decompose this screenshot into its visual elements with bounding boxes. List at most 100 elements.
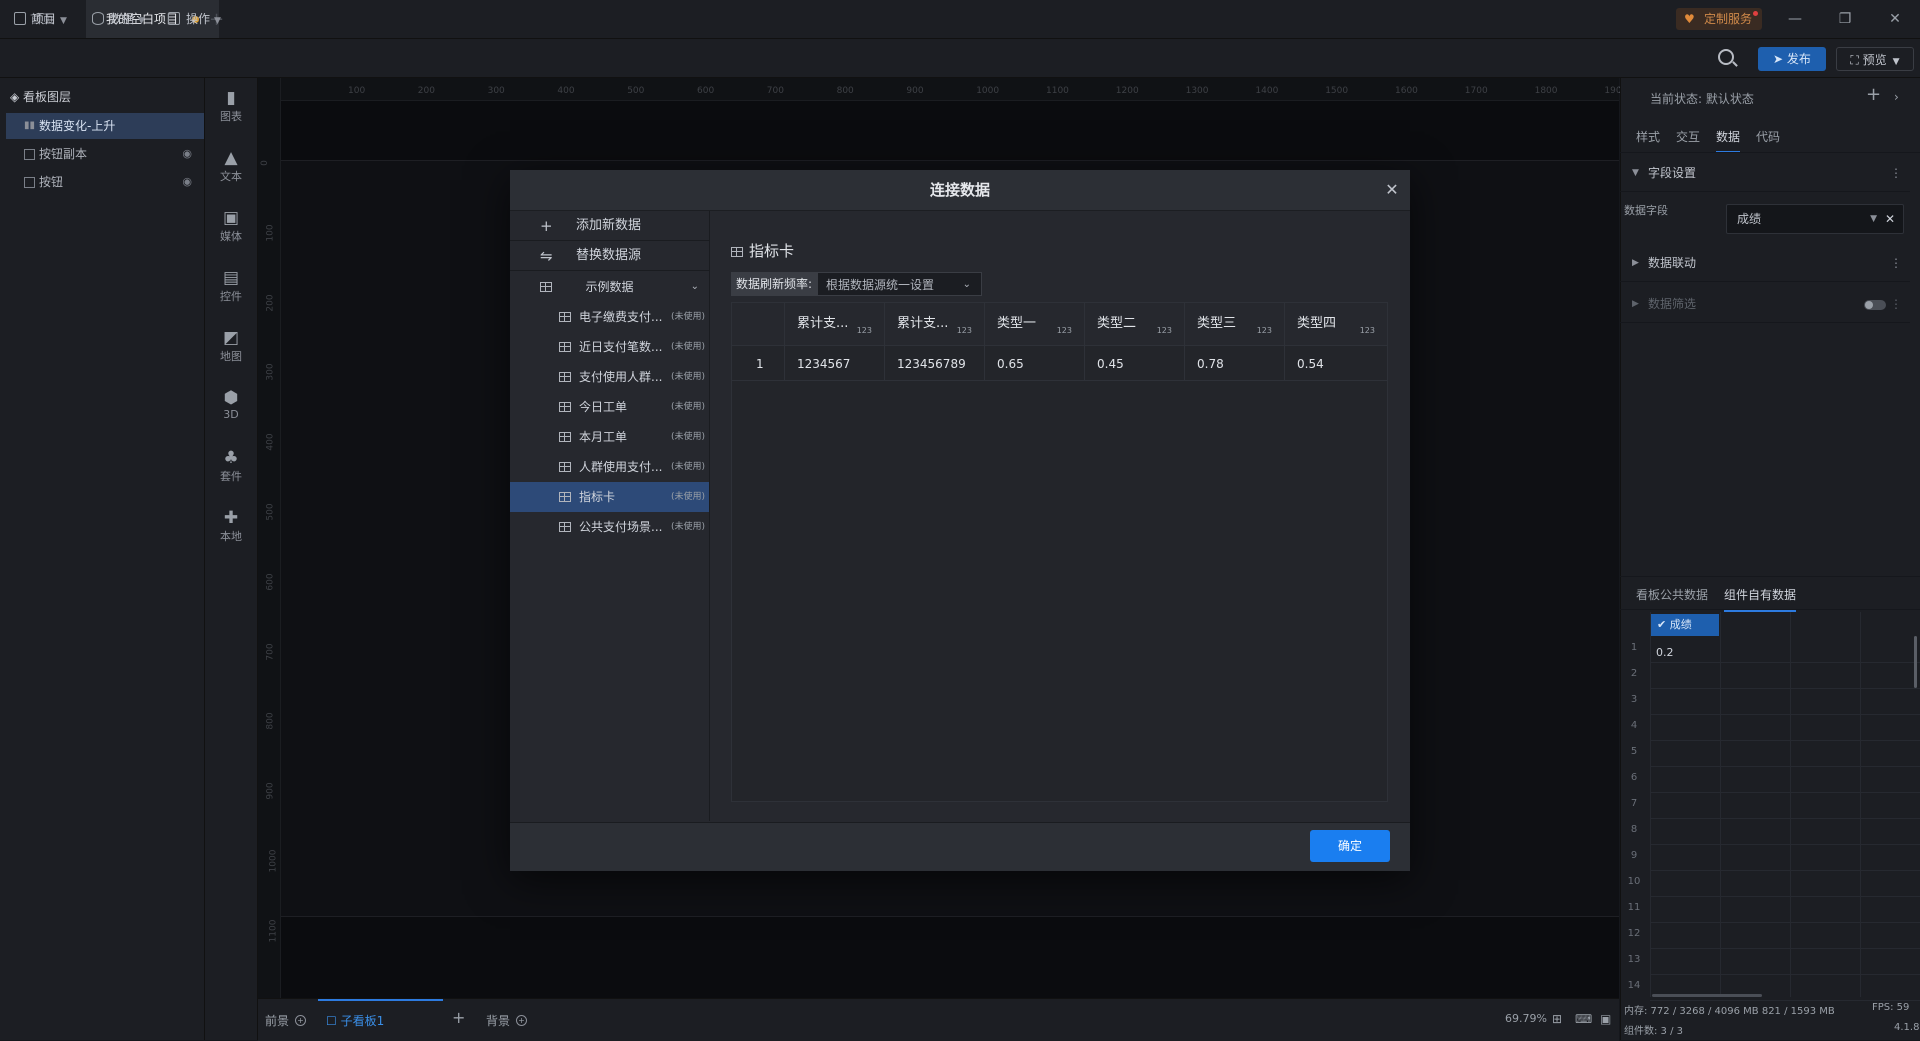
layer-item-button[interactable]: 按钮 ◉ <box>6 169 204 195</box>
fullscreen-icon: ⛶ <box>1850 53 1863 67</box>
add-new-data-button[interactable]: + 添加新数据 <box>510 211 709 241</box>
control-icon: ▤ <box>222 268 240 288</box>
data-item[interactable]: 本月工单 (未使用) <box>510 422 709 452</box>
menu-operation[interactable]: 操作 ▼ <box>168 9 221 29</box>
table-header[interactable]: 累计支... 123 <box>885 303 985 345</box>
heart-icon: ♥ <box>1684 12 1695 26</box>
active-board-indicator <box>318 999 443 1001</box>
section-field-settings[interactable]: ▼ 字段设置 ⋮ <box>1620 154 1910 192</box>
eye-hidden-icon[interactable]: ◉ <box>182 141 192 167</box>
menu-project[interactable]: 项目 ▼ <box>14 9 67 29</box>
table-header[interactable]: 类型四 123 <box>1285 303 1387 345</box>
tab-component-own-data[interactable]: 组件自有数据 <box>1724 586 1797 612</box>
preview-button[interactable]: ⛶ 预览 ▼ <box>1836 47 1914 71</box>
restore-icon[interactable]: ❐ <box>1830 8 1860 30</box>
tool-3d[interactable]: ⬢ 3D <box>205 388 257 421</box>
table-header[interactable]: 累计支... 123 <box>785 303 885 345</box>
grid-hscrollbar[interactable] <box>1652 994 1762 997</box>
refresh-rate-select[interactable]: 根据数据源统一设置 ⌄ <box>817 272 982 296</box>
data-field-select[interactable]: 成绩 ▼ ✕ <box>1726 204 1904 234</box>
filter-toggle[interactable] <box>1864 300 1886 310</box>
menu-bar <box>0 39 1920 78</box>
data-grid[interactable]: 1 2 3 4 5 6 7 8 9 10 11 12 13 14 <box>1620 612 1920 1001</box>
confirm-button[interactable]: 确定 <box>1310 830 1390 862</box>
add-state-icon[interactable]: + <box>1866 84 1881 105</box>
title-bar <box>0 0 1920 39</box>
tab-style[interactable]: 样式 <box>1636 128 1660 145</box>
add-circle-icon[interactable]: + <box>295 1015 307 1026</box>
data-item[interactable]: 今日工单 (未使用) <box>510 392 709 422</box>
more-vertical-icon[interactable]: ⋮ <box>1890 244 1902 282</box>
cube-icon: ⬢ <box>223 388 239 408</box>
add-circle-icon[interactable]: + <box>516 1015 528 1026</box>
tab-code[interactable]: 代码 <box>1756 128 1780 145</box>
foreground-tab[interactable]: 前景 + <box>265 1012 307 1029</box>
keyboard-icon[interactable]: ⌨ <box>1575 1012 1592 1026</box>
publish-button[interactable]: ➤ 发布 <box>1758 47 1826 71</box>
tool-local[interactable]: ✚ 本地 <box>205 508 257 544</box>
menu-data[interactable]: 数据 ▼ <box>92 9 145 29</box>
tab-interaction[interactable]: 交互 <box>1676 128 1700 145</box>
grid-line <box>1650 870 1920 871</box>
zoom-level[interactable]: 69.79% <box>1505 1012 1547 1025</box>
data-item[interactable]: 近日支付笔数... (未使用) <box>510 332 709 362</box>
chevron-right-icon[interactable]: › <box>1894 90 1899 104</box>
close-window-icon[interactable]: ✕ <box>1880 8 1910 30</box>
search-icon[interactable] <box>1718 49 1734 65</box>
tool-chart[interactable]: ▮ 图表 <box>205 88 257 124</box>
tool-media[interactable]: ▣ 媒体 <box>205 208 257 244</box>
tab-data[interactable]: 数据 <box>1716 128 1741 153</box>
table-icon <box>559 492 571 502</box>
tab-board-public-data[interactable]: 看板公共数据 <box>1636 586 1708 603</box>
chevron-down-icon: ▼ <box>1892 57 1900 67</box>
data-item[interactable]: 支付使用人群... (未使用) <box>510 362 709 392</box>
bar-chart-icon: ▮▮ <box>24 120 36 131</box>
layer-item-data-change[interactable]: ▮▮ 数据变化-上升 <box>6 113 204 139</box>
table-header[interactable]: 类型三 123 <box>1185 303 1285 345</box>
close-icon[interactable]: ✕ <box>1382 180 1402 200</box>
fit-screen-icon[interactable]: ⊞ <box>1552 1012 1562 1026</box>
column-header-score[interactable]: ✔ 成绩 <box>1651 614 1719 636</box>
grid-line <box>1650 766 1920 767</box>
memory-info: 内存: 772 / 3268 / 4096 MB 821 / 1593 MB <box>1624 1006 1835 1017</box>
grid-row-number: 4 <box>1630 720 1638 731</box>
data-item[interactable]: 公共支付场景... (未使用) <box>510 512 709 542</box>
add-board-icon[interactable]: + <box>452 1008 465 1027</box>
grid-line <box>1650 896 1920 897</box>
eye-hidden-icon[interactable]: ◉ <box>182 169 192 195</box>
grid-line <box>1720 612 1721 997</box>
table-icon <box>559 402 571 412</box>
data-item[interactable]: 人群使用支付... (未使用) <box>510 452 709 482</box>
background-tab[interactable]: 背景 + <box>486 1012 528 1029</box>
section-data-linkage[interactable]: ▶ 数据联动 ⋮ <box>1620 244 1910 282</box>
grid-scrollbar[interactable] <box>1914 636 1917 688</box>
custom-service-button[interactable]: ♥ 定制服务 <box>1676 8 1763 30</box>
version-label: 4.1.8 <box>1894 1022 1920 1033</box>
replace-data-source-button[interactable]: ⇋ 替换数据源 <box>510 241 709 271</box>
component-count: 组件数: 3 / 3 <box>1624 1026 1683 1037</box>
table-header[interactable]: 类型二 123 <box>1085 303 1185 345</box>
table-icon <box>559 432 571 442</box>
data-item-selected[interactable]: 指标卡 (未使用) <box>510 482 709 512</box>
grid-line <box>1650 974 1920 975</box>
data-item[interactable]: 电子缴费支付... (未使用) <box>510 302 709 332</box>
table-cell: 0.45 <box>1085 345 1185 381</box>
grid-cell[interactable]: 0.2 <box>1656 646 1674 659</box>
table-header[interactable]: 类型一 123 <box>985 303 1085 345</box>
group-sample-data[interactable]: 示例数据 ⌄ <box>510 272 709 302</box>
grid-line <box>1650 922 1920 923</box>
sub-board-tab[interactable]: ☐ 子看板1 <box>326 1012 384 1029</box>
triangle-right-icon: ▶ <box>1632 299 1639 309</box>
tool-kit[interactable]: ♣ 套件 <box>205 448 257 484</box>
terminal-icon[interactable]: ▣ <box>1600 1012 1611 1026</box>
more-vertical-icon[interactable]: ⋮ <box>1890 285 1902 323</box>
grid-line <box>1790 612 1791 997</box>
minimize-icon[interactable]: — <box>1780 8 1810 30</box>
tool-text[interactable]: ▲ 文本 <box>205 148 257 184</box>
layer-item-button-copy[interactable]: 按钮副本 ◉ <box>6 141 204 167</box>
more-vertical-icon[interactable]: ⋮ <box>1890 154 1902 192</box>
clear-icon[interactable]: ✕ <box>1885 205 1895 233</box>
tool-map[interactable]: ◩ 地图 <box>205 328 257 364</box>
grid-line <box>1650 792 1920 793</box>
tool-control[interactable]: ▤ 控件 <box>205 268 257 304</box>
